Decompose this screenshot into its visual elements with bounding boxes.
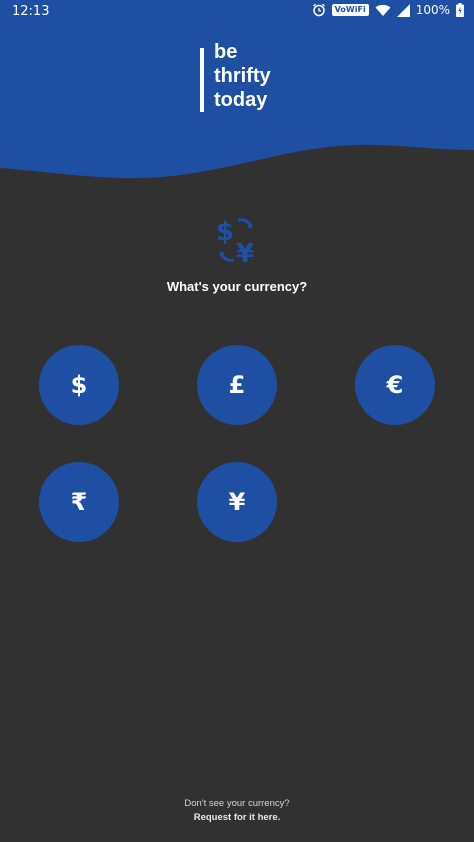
currency-exchange-icon: $ ¥ (216, 217, 254, 266)
status-icons: VoWiFi 100% (312, 3, 464, 17)
currency-button-dollar[interactable]: $ (39, 345, 119, 425)
battery-icon (456, 3, 464, 17)
alarm-icon (312, 3, 326, 17)
currency-button-euro[interactable]: € (355, 345, 435, 425)
currency-button-yen[interactable]: ¥ (197, 462, 277, 542)
logo-text: be thrifty today (214, 40, 271, 112)
vowifi-badge: VoWiFi (331, 4, 369, 16)
svg-text:$: $ (216, 217, 234, 247)
logo-line-2: thrifty (214, 65, 271, 87)
battery-percentage: 100% (415, 3, 450, 17)
logo-bar (200, 48, 204, 112)
currency-button-pound[interactable]: £ (197, 345, 277, 425)
status-time: 12:13 (12, 4, 50, 19)
currency-selection-screen: 12:13 VoWiFi 100% be thrifty today $ ¥ W… (0, 0, 474, 842)
request-currency-link[interactable]: Request for it here. (0, 811, 474, 825)
status-bar: 12:13 VoWiFi 100% (0, 0, 474, 24)
footer-text: Don't see your currency? (184, 798, 290, 809)
svg-text:¥: ¥ (236, 239, 254, 266)
wifi-icon (375, 4, 391, 17)
footer: Don't see your currency? Request for it … (0, 797, 474, 825)
signal-icon (396, 3, 410, 17)
currency-question: What's your currency? (166, 279, 308, 294)
app-logo: be thrifty today (200, 40, 271, 112)
logo-line-3: today (214, 89, 268, 111)
currency-button-rupee[interactable]: ₹ (39, 462, 119, 542)
logo-line-1: be (214, 41, 238, 63)
